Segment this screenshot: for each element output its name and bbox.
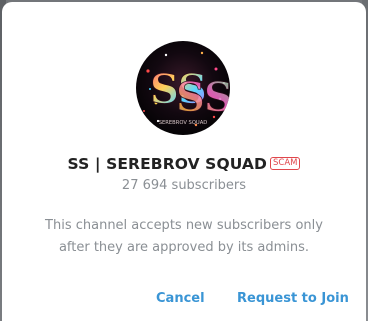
channel-avatar-image: SS SS SEREBROV SQUAD (136, 41, 230, 135)
dialog-actions: Cancel Request to Join (2, 288, 366, 310)
avatar-caption: SEREBROV SQUAD (159, 120, 208, 126)
join-description: This channel accepts new subscribers onl… (45, 218, 323, 255)
subscriber-count: 27 694 subscribers (121, 178, 247, 193)
cancel-button[interactable]: Cancel (156, 288, 205, 310)
avatar-logo-text-shadow: SS (176, 74, 230, 121)
channel-name: SS | SEREBROV SQUAD (67, 155, 267, 173)
request-to-join-button[interactable]: Request to Join (237, 288, 349, 310)
join-request-dialog: SS SS SEREBROV SQUAD SS | SEREBROV SQUAD… (2, 2, 366, 321)
title-row: SS | SEREBROV SQUAD SCAM (2, 153, 366, 175)
channel-avatar: SS SS SEREBROV SQUAD (136, 41, 230, 135)
scam-badge: SCAM (270, 156, 301, 170)
